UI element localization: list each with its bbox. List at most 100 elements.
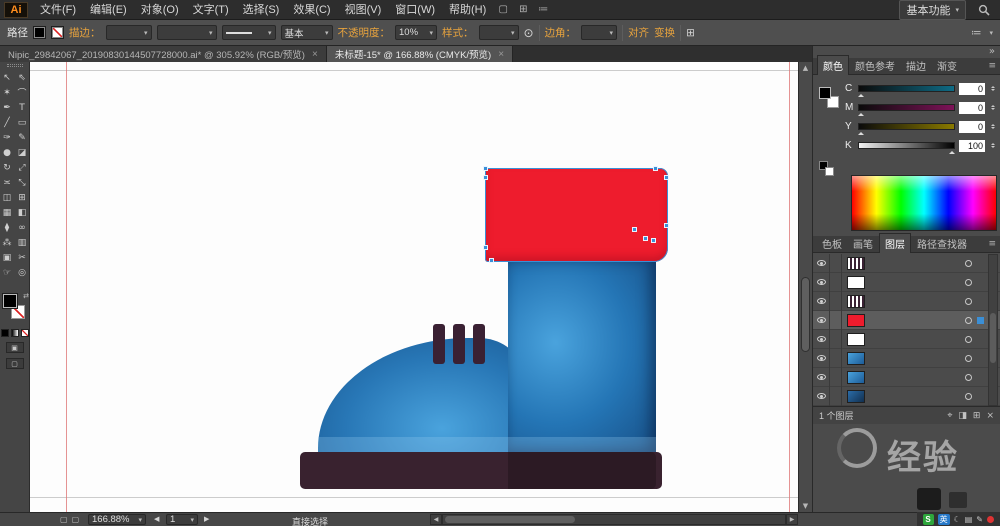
channel-spinner[interactable] [989, 121, 996, 133]
recolor-artwork-icon[interactable]: ⊙ [524, 26, 534, 40]
anchor-point[interactable] [653, 166, 658, 171]
panel-menu-icon[interactable]: ≡ [988, 61, 996, 71]
layer-thumbnail[interactable] [847, 389, 865, 403]
channel-value-field[interactable]: 100 [959, 139, 985, 152]
channel-slider[interactable] [858, 142, 955, 154]
boot-lace-bar[interactable] [453, 324, 465, 364]
color-button[interactable] [0, 329, 9, 337]
panel-grip[interactable] [6, 64, 23, 67]
none-button[interactable] [20, 329, 29, 337]
layer-thumbnail[interactable] [847, 294, 865, 308]
artboard-navigation-combo[interactable]: 1 ▾ [166, 514, 198, 525]
color-spectrum-bar[interactable] [851, 175, 997, 231]
perspective-grid-tool[interactable]: ⊞ [15, 190, 30, 205]
fill-color-swatch[interactable] [33, 26, 46, 39]
width-profile-combo[interactable]: ▾ [221, 25, 276, 40]
layer-thumbnail[interactable] [847, 275, 865, 289]
magic-wand-tool[interactable]: ✶ [0, 85, 15, 100]
layer-target-circle[interactable] [965, 335, 972, 343]
document-tab-active[interactable]: 未标题-15* @ 166.88% (CMYK/预览) × [326, 46, 514, 62]
menu-item[interactable]: 效果(C) [286, 0, 337, 20]
layer-target-circle[interactable] [965, 392, 972, 400]
layer-thumbnail[interactable] [847, 351, 865, 365]
hand-tool[interactable]: ☞ [0, 265, 15, 280]
layers-scrollbar[interactable] [988, 254, 998, 406]
anchor-point[interactable] [664, 223, 669, 228]
lock-toggle[interactable] [830, 253, 842, 273]
page-icon[interactable]: ▢ [72, 515, 80, 524]
visibility-toggle[interactable] [813, 367, 830, 387]
rotate-tool[interactable]: ↻ [0, 160, 15, 175]
layer-row[interactable] [813, 386, 1000, 406]
layer-thumbnail[interactable] [847, 256, 865, 270]
layer-target-circle[interactable] [965, 373, 972, 381]
white-swatch[interactable] [825, 167, 834, 176]
layer-row[interactable] [813, 272, 1000, 292]
menu-item[interactable]: 帮助(H) [442, 0, 493, 20]
visibility-toggle[interactable] [813, 329, 830, 349]
layout-icon[interactable]: ≔ [533, 0, 553, 20]
menu-item[interactable]: 视图(V) [338, 0, 389, 20]
artboard-tool[interactable]: ▣ [0, 250, 15, 265]
scroll-down-icon[interactable]: ▼ [799, 500, 812, 512]
layer-row[interactable] [813, 310, 1000, 330]
layer-target-circle[interactable] [965, 297, 972, 305]
line-segment-tool[interactable]: ╱ [0, 115, 15, 130]
panel-tab[interactable]: 路径查找器 [912, 234, 972, 253]
lock-toggle[interactable] [830, 310, 842, 330]
boot-shaft-shape[interactable] [508, 262, 656, 454]
slider-marker-icon[interactable] [858, 110, 864, 116]
anchor-point[interactable] [483, 175, 488, 180]
anchor-point[interactable] [483, 166, 488, 171]
menu-item[interactable]: 选择(S) [236, 0, 287, 20]
pen-tool[interactable]: ✒ [0, 100, 15, 115]
workspace-switcher[interactable]: 基本功能 ▾ [899, 0, 966, 20]
locate-object-icon[interactable]: ⌖ [947, 411, 952, 421]
anchor-point[interactable] [483, 245, 488, 250]
eyedropper-tool[interactable]: ⧫ [0, 220, 15, 235]
boot-lace-bar[interactable] [473, 324, 485, 364]
layer-row[interactable] [813, 291, 1000, 311]
layer-row[interactable] [813, 329, 1000, 349]
channel-value-field[interactable]: 0 [959, 82, 985, 95]
opacity-link[interactable]: 不透明度： [338, 25, 391, 40]
corner-combo[interactable]: ▾ [581, 25, 618, 40]
ime-status-icon[interactable] [987, 515, 994, 523]
align-link[interactable]: 对齐 [628, 25, 649, 40]
direct-selection-tool[interactable]: ⇖ [15, 70, 30, 85]
fill-proxy-swatch[interactable] [3, 294, 17, 308]
lock-toggle[interactable] [830, 329, 842, 349]
visibility-toggle[interactable] [813, 253, 830, 273]
lasso-tool[interactable]: ⌒ [15, 85, 30, 100]
channel-slider[interactable] [858, 123, 955, 135]
panel-tab[interactable]: 颜色参考 [850, 56, 900, 75]
blend-tool[interactable]: ∞ [15, 220, 30, 235]
layer-row[interactable] [813, 367, 1000, 387]
boot-highlight-band[interactable] [318, 437, 656, 453]
channel-value-field[interactable]: 0 [959, 101, 985, 114]
layer-target-circle[interactable] [965, 278, 972, 286]
selection-tool[interactable]: ↖ [0, 70, 15, 85]
width-tool[interactable]: ≍ [0, 175, 15, 190]
layer-row[interactable] [813, 348, 1000, 368]
blob-brush-tool[interactable]: ● [0, 145, 15, 160]
anchor-point[interactable] [643, 236, 648, 241]
panel-menu-icon[interactable]: ≡ [988, 239, 996, 249]
previous-artboard-icon[interactable]: ◀ [154, 515, 159, 523]
swap-fill-stroke-icon[interactable]: ⇄ [23, 292, 29, 300]
guide-right[interactable] [789, 62, 790, 512]
layer-thumbnail[interactable] [847, 313, 865, 327]
slider-marker-icon[interactable] [858, 91, 864, 97]
slice-tool[interactable]: ✂ [15, 250, 30, 265]
stroke-link[interactable]: 描边： [69, 25, 101, 40]
mesh-tool[interactable]: ▦ [0, 205, 15, 220]
paintbrush-tool[interactable]: ✑ [0, 130, 15, 145]
guide-left[interactable] [66, 62, 67, 512]
panel-tab[interactable]: 画笔 [848, 234, 878, 253]
panel-tab[interactable]: 描边 [901, 56, 931, 75]
anchor-point[interactable] [664, 175, 669, 180]
visibility-toggle[interactable] [813, 386, 830, 406]
panel-options-icon[interactable]: ≔ [971, 27, 982, 39]
lock-toggle[interactable] [830, 386, 842, 406]
search-icon[interactable] [978, 4, 990, 16]
